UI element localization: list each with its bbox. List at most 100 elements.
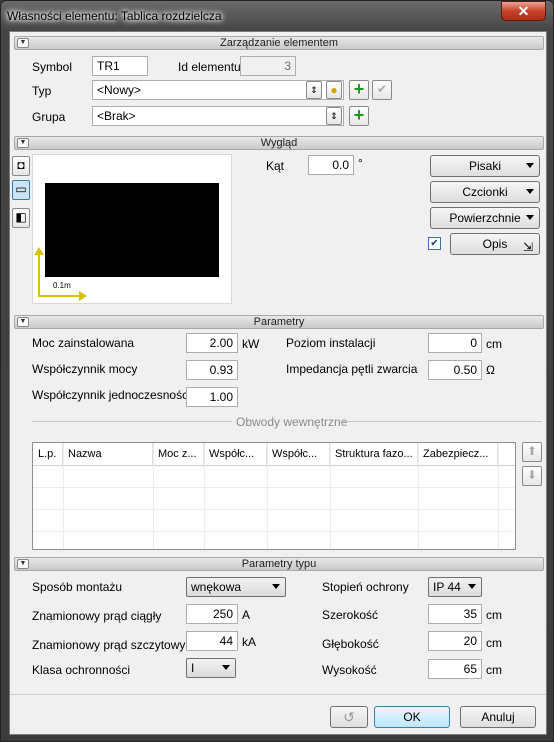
installed-power-label: Moc zainstalowana (32, 336, 135, 350)
column-rule (267, 443, 268, 549)
simultaneity-label: Współczynnik jednoczesności (32, 388, 191, 402)
undo-icon: ↺ (343, 709, 355, 725)
camera-icon[interactable]: ◘ (12, 156, 30, 176)
symbol-view-icon[interactable]: ▭ (12, 180, 30, 200)
collapse-icon[interactable]: ▼ (17, 138, 29, 148)
preview-canvas: 0.1m (32, 154, 232, 304)
loop-impedance-unit: Ω (486, 363, 495, 377)
loop-impedance-input[interactable]: 0.50 (428, 360, 482, 380)
height-unit: cm (486, 663, 502, 677)
scale-axis-x (38, 295, 80, 297)
internal-circuits-title: Obwody wewnętrzne (236, 415, 348, 429)
peak-current-label: Znamionowy prąd szczytowy (32, 638, 186, 652)
scale-axis-y (38, 251, 40, 297)
ok-button[interactable]: OK (374, 706, 450, 728)
height-label: Wysokość (322, 663, 377, 677)
peak-current-unit: kA (242, 635, 257, 649)
surfaces-button[interactable]: Powierzchnie (430, 207, 540, 229)
install-level-label: Poziom instalacji (286, 336, 376, 350)
undo-button: ↺ (330, 706, 368, 728)
table-row (33, 487, 515, 488)
collapse-icon[interactable]: ▼ (17, 559, 29, 569)
angle-input[interactable]: 0.0 (308, 155, 354, 175)
id-label: Id elementu (178, 60, 241, 74)
simultaneity-input[interactable]: 1.00 (186, 387, 238, 407)
section-parameters-header[interactable]: ▼ Parametry (14, 315, 544, 329)
type-browse-icon[interactable]: ⇕ (306, 81, 322, 99)
column-header[interactable]: Zabezpiecz... (418, 443, 498, 465)
arrow-right-icon (79, 291, 87, 301)
install-level-input[interactable]: 0 (428, 333, 482, 353)
depth-input[interactable]: 20 (428, 631, 482, 651)
section-type-params-header[interactable]: ▼ Parametry typu (14, 557, 544, 571)
title-bar[interactable]: Własności elementu: Tablica rozdzielcza … (1, 1, 553, 31)
depth-label: Głębokość (322, 637, 379, 651)
close-button[interactable]: ✕ (501, 1, 546, 21)
cancel-button[interactable]: Anuluj (460, 706, 536, 728)
column-header[interactable]: Współc... (267, 443, 330, 465)
group-input[interactable]: <Brak> (92, 106, 344, 126)
column-header[interactable]: L.p. (33, 443, 63, 465)
circuits-table[interactable]: L.p. Nazwa Moc z... Współc... Współc... … (32, 442, 516, 550)
width-input[interactable]: 35 (428, 604, 482, 624)
symbol-input[interactable]: TR1 (92, 56, 148, 76)
column-rule (204, 443, 205, 549)
type-label: Typ (32, 84, 52, 98)
chevron-down-icon (468, 584, 476, 589)
height-input[interactable]: 65 (428, 659, 482, 679)
column-header[interactable]: Współc... (204, 443, 267, 465)
depth-unit: cm (486, 636, 502, 650)
collapse-icon[interactable]: ▼ (17, 317, 29, 327)
angle-label: Kąt (266, 159, 285, 173)
collapse-icon[interactable]: ▼ (17, 38, 29, 48)
3d-view-icon[interactable]: ◧ (12, 208, 30, 228)
table-row (33, 509, 515, 510)
power-factor-label: Współczynnik mocy (32, 362, 138, 376)
peak-current-input[interactable]: 44 (186, 631, 238, 651)
table-row (33, 531, 515, 532)
group-label: Grupa (32, 110, 66, 124)
rated-current-unit: A (242, 608, 251, 622)
installed-power-input[interactable]: 2.00 (186, 333, 238, 353)
add-group-icon[interactable]: + (349, 106, 369, 126)
column-header[interactable]: Nazwa (63, 443, 153, 465)
loop-impedance-label: Impedancja pętli zwarcia (286, 362, 418, 376)
pens-button[interactable]: Pisaki (430, 155, 540, 177)
column-header[interactable]: Struktura fazo... (330, 443, 418, 465)
move-down-icon: ⬇ (522, 466, 542, 486)
column-header[interactable]: Moc z... (153, 443, 204, 465)
mounting-select[interactable]: wnękowa (186, 577, 286, 597)
arrow-up-icon (34, 247, 44, 255)
dialog-window: Własności elementu: Tablica rozdzielcza … (0, 0, 554, 742)
chevron-down-icon (526, 189, 534, 194)
section-title: Parametry (253, 316, 305, 328)
mounting-label: Sposób montażu (32, 580, 123, 594)
confirm-type-icon: ✔ (372, 80, 392, 100)
fonts-button[interactable]: Czcionki (430, 181, 540, 203)
divider (10, 694, 546, 695)
section-appearance-header[interactable]: ▼ Wygląd (14, 136, 544, 150)
section-title: Parametry typu (241, 558, 317, 570)
divider (32, 421, 232, 422)
window-title: Własności elementu: Tablica rozdzielcza (7, 9, 222, 23)
description-button[interactable]: Opis ⇲ (450, 233, 540, 255)
installed-power-unit: kW (242, 337, 260, 351)
width-unit: cm (486, 608, 502, 622)
description-checkbox[interactable]: ✔ (428, 237, 441, 250)
column-rule (418, 443, 419, 549)
table-row (33, 465, 515, 466)
section-title: Wygląd (260, 137, 298, 149)
ip-select[interactable]: IP 44 (428, 577, 482, 597)
section-management-header[interactable]: ▼ Zarządzanie elementem (14, 36, 544, 50)
add-type-icon[interactable]: + (349, 80, 369, 100)
width-label: Szerokość (322, 608, 379, 622)
rated-current-input[interactable]: 250 (186, 604, 238, 624)
protection-class-select[interactable]: I (186, 658, 236, 678)
chevron-down-icon (526, 215, 534, 220)
type-edit-icon[interactable]: ● (326, 81, 342, 99)
protection-class-label: Klasa ochronności (32, 663, 131, 677)
scale-label: 0.1m (53, 281, 71, 290)
group-browse-icon[interactable]: ⇕ (326, 107, 342, 125)
chevron-down-icon (272, 584, 280, 589)
power-factor-input[interactable]: 0.93 (186, 360, 238, 380)
